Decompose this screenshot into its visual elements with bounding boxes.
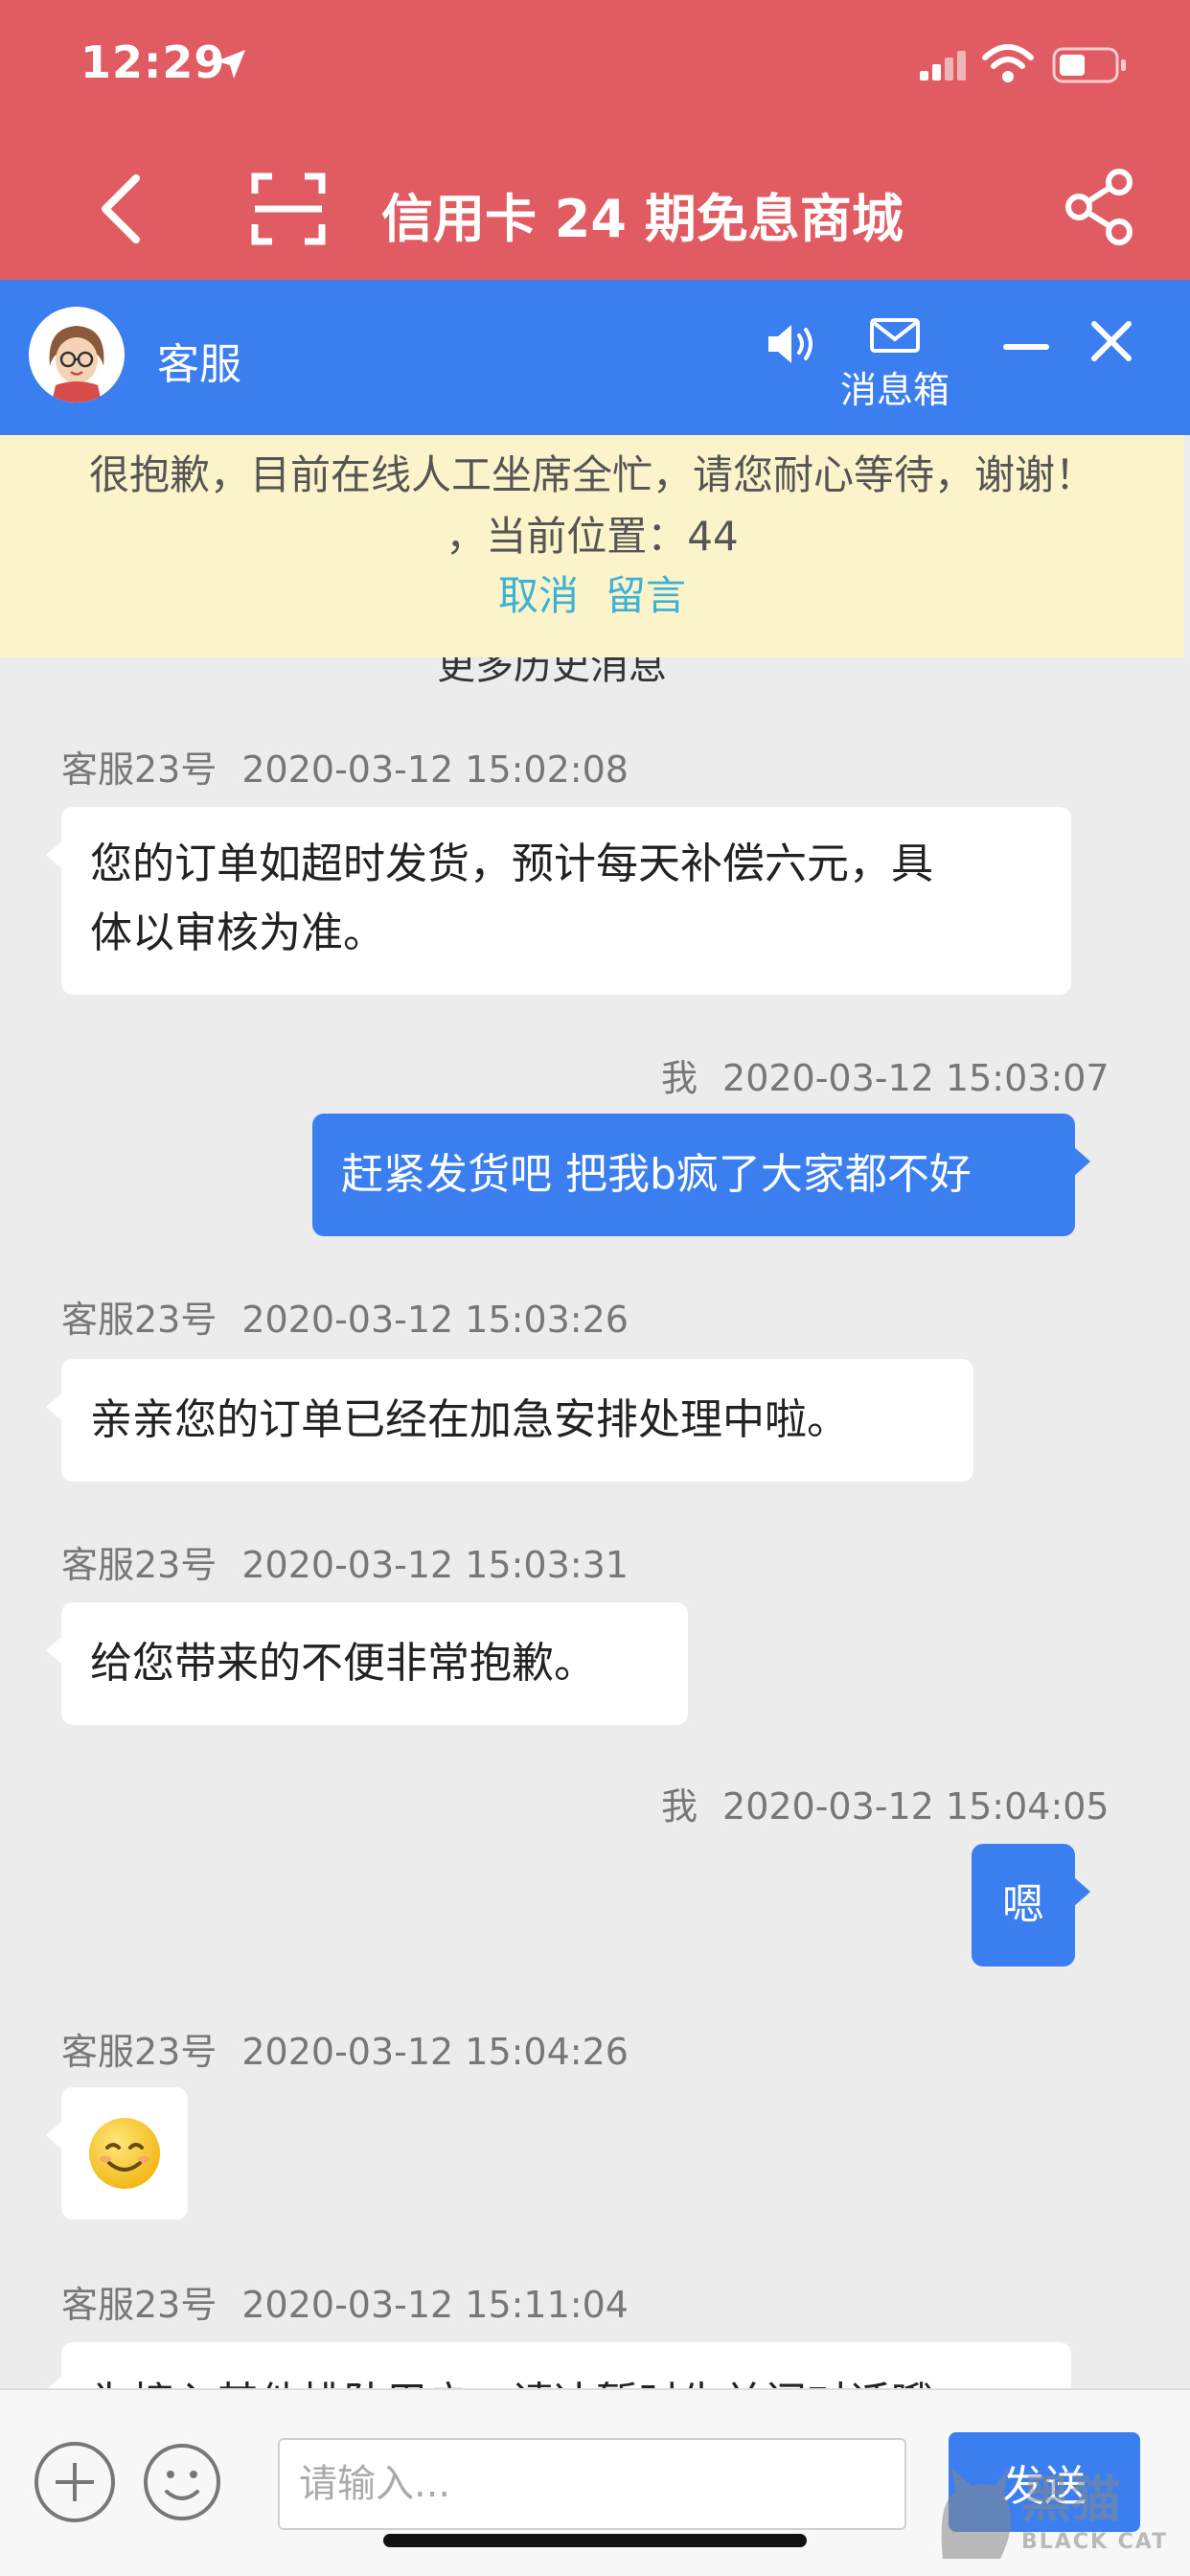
page-title: 信用卡 24 期免息商城 [381,189,904,249]
cancel-link[interactable]: 取消 [498,572,579,619]
smiley-emoji-icon [89,2118,160,2189]
message-meta: 客服23号 2020-03-12 15:03:26 [61,1290,629,1343]
message-bubble-outgoing: 赶紧发货吧 把我b疯了大家都不好 [312,1114,1090,1236]
customer-service-bar: 客服 消息箱 [0,280,1190,435]
timestamp: 2020-03-12 15:04:05 [722,1785,1110,1828]
signal-icon [920,51,966,80]
message-meta: 客服23号 2020-03-12 15:04:26 [61,2022,629,2075]
message-meta: 我 2020-03-12 15:04:05 [661,1777,1110,1829]
close-icon[interactable] [1088,318,1134,364]
message-meta: 客服23号 2020-03-12 15:03:31 [61,1535,629,1588]
watermark-subtext: BLACK CAT [1021,2530,1169,2554]
share-icon[interactable] [1062,167,1138,247]
queue-position-text: ，当前位置：44 [446,513,739,560]
battery-icon [1052,47,1126,83]
mailbox-button[interactable]: 消息箱 [835,318,954,411]
timestamp: 2020-03-12 15:11:04 [241,2284,629,2326]
location-arrow-icon [217,50,245,79]
message-bubble-incoming: 给您带来的不便非常抱歉。 [46,1602,688,1725]
sender-name: 客服23号 [61,1299,217,1341]
watermark-text: 黑猫 [1021,2472,1122,2529]
minimize-icon[interactable] [1002,337,1050,356]
mailbox-label: 消息箱 [839,369,950,411]
queue-notice: 很抱歉，目前在线人工坐席全忙，请您耐心等待，谢谢！ ，当前位置：44 取消 留言 [0,435,1184,657]
scan-icon[interactable] [251,172,326,245]
notice-actions: 取消 留言 [0,564,1184,622]
black-cat-logo-icon [941,2467,1012,2559]
back-icon[interactable] [88,171,155,247]
timestamp: 2020-03-12 15:03:26 [241,1299,629,1341]
message-text: 嗯 [1002,1880,1044,1929]
sender-name: 客服23号 [61,2284,217,2326]
message-text: 体以审核为准。 [90,908,385,957]
status-time: 12:29 [80,36,226,88]
leave-message-link[interactable]: 留言 [606,572,686,619]
message-text: 亲亲您的订单已经在加急安排处理中啦。 [90,1395,849,1444]
message-meta: 我 2020-03-12 15:03:07 [661,1048,1110,1101]
sender-name: 客服23号 [61,1544,217,1586]
speaker-icon[interactable] [765,320,818,368]
sender-name: 我 [661,1057,698,1099]
timestamp: 2020-03-12 15:03:31 [241,1544,629,1586]
message-text: 您的订单如超时发货，预计每天补偿六元，具 [90,840,933,888]
timestamp: 2020-03-12 15:03:07 [722,1057,1110,1099]
avatar [29,307,125,402]
message-text: 给您带来的不便非常抱歉。 [90,1639,596,1688]
message-bubble-incoming: 亲亲您的订单已经在加急安排处理中啦。 [46,1359,973,1482]
notice-text: 很抱歉，目前在线人工坐席全忙，请您耐心等待，谢谢！ [88,451,1095,498]
sender-name: 我 [661,1785,698,1828]
emoji-icon[interactable] [142,2442,222,2522]
message-meta: 客服23号 2020-03-12 15:02:08 [61,740,629,793]
timestamp: 2020-03-12 15:02:08 [241,748,629,791]
home-indicator [383,2534,807,2547]
message-input[interactable] [278,2438,906,2530]
wifi-icon [982,44,1034,82]
watermark: 黑猫 BLACK CAT [933,2459,1184,2574]
message-text: 赶紧发货吧 把我b疯了大家都不好 [341,1150,972,1199]
sender-name: 客服23号 [61,2031,217,2073]
message-meta: 客服23号 2020-03-12 15:11:04 [61,2275,629,2328]
top-bar: 12:29 信用卡 24 期免息商城 [0,0,1190,280]
cs-name: 客服 [157,340,241,389]
mail-icon [870,318,920,353]
timestamp: 2020-03-12 15:04:26 [241,2031,629,2073]
message-bubble-incoming: 您的订单如超时发货，预计每天补偿六元，具 体以审核为准。 [46,807,1071,995]
message-bubble-outgoing: 嗯 [972,1844,1090,1966]
plus-icon[interactable] [34,2442,115,2522]
sender-name: 客服23号 [61,748,217,791]
app-screen: 12:29 信用卡 24 期免息商城 客服 消息箱 更多历史消息 客服23号 2… [0,0,1190,2576]
message-bubble-incoming [46,2087,188,2220]
